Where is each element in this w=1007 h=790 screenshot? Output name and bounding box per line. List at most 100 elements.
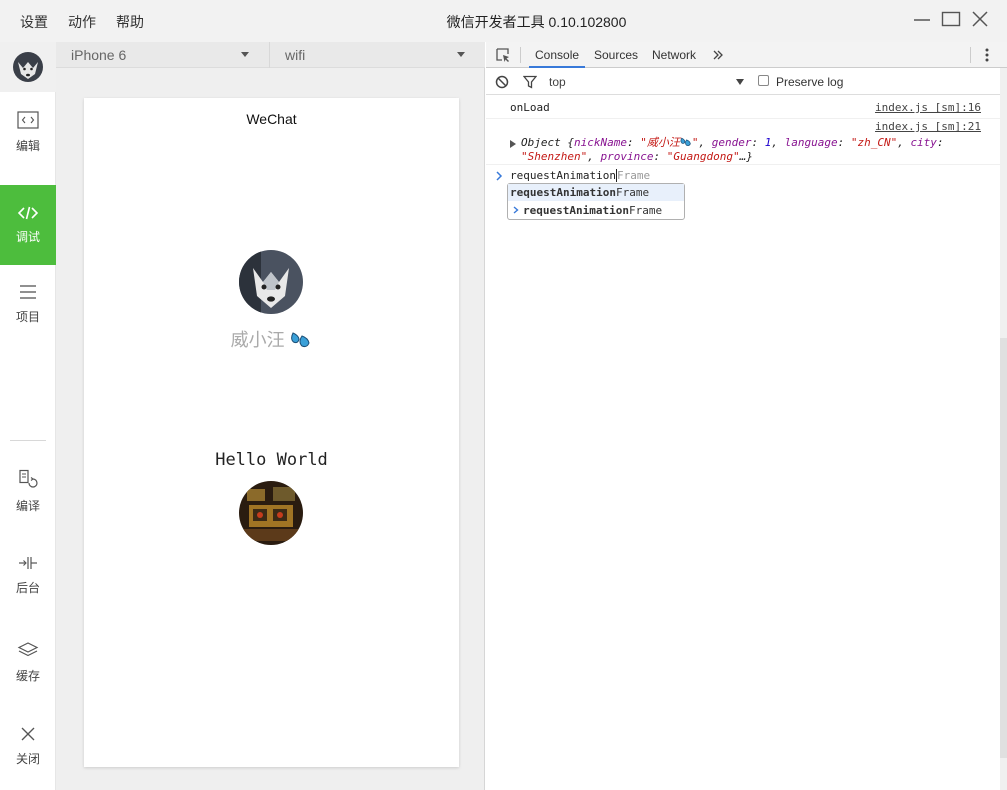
simulator-toolbar: iPhone 6 wifi: [56, 42, 485, 68]
tab-separator: [970, 47, 971, 63]
sidebar-item-edit[interactable]: 编辑: [0, 92, 56, 172]
log-source-link[interactable]: index.js [sm]:16: [875, 101, 981, 114]
autocomplete-item[interactable]: requestAnimationFrame: [508, 184, 684, 201]
object-value: "Shenzhen": [521, 150, 588, 163]
water-droplets-icon: [680, 137, 691, 146]
network-value: wifi: [285, 47, 306, 63]
scrollbar-thumb[interactable]: [1000, 338, 1007, 758]
kebab-menu-icon[interactable]: [982, 47, 992, 63]
devtools-scrollbar[interactable]: [1000, 68, 1007, 790]
sidebar-item-label: 后台: [15, 580, 40, 595]
sidebar-item-background[interactable]: 后台: [0, 535, 56, 615]
tab-console[interactable]: Console: [529, 42, 586, 68]
typed-text: requestAnimation: [510, 169, 616, 182]
object-key: province: [600, 150, 654, 163]
phone-nav-title: WeChat: [246, 111, 297, 127]
tab-separator: [520, 47, 521, 63]
object-key: language: [784, 136, 838, 149]
filter-icon[interactable]: [523, 75, 537, 89]
more-tabs-icon[interactable]: [712, 49, 724, 61]
console-filter-bar: top Preserve log: [486, 68, 1007, 95]
match-text: requestAnimation: [510, 186, 616, 199]
rest-text: Frame: [615, 186, 650, 199]
content-image: [239, 481, 303, 545]
robot-photo-icon: [239, 481, 303, 545]
object-value: "Guangdong": [666, 150, 740, 163]
network-select[interactable]: wifi: [270, 42, 485, 68]
tab-sources[interactable]: Sources: [594, 42, 638, 68]
console-input[interactable]: requestAnimationFrame: [510, 169, 650, 182]
water-droplets-icon: [291, 332, 310, 348]
minimize-icon[interactable]: [913, 10, 931, 28]
window-controls: [913, 10, 989, 28]
autocomplete-hint: Frame: [616, 169, 651, 182]
hello-text: Hello World: [215, 450, 328, 470]
chevron-down-icon: [241, 52, 249, 57]
match-text: requestAnimation: [523, 204, 629, 217]
autocomplete-item[interactable]: requestAnimationFrame: [508, 202, 684, 219]
husky-avatar-icon: [13, 52, 43, 82]
code-box-icon: [17, 110, 39, 129]
maximize-icon[interactable]: [941, 10, 961, 28]
object-value: 1: [764, 136, 772, 149]
preserve-log-label: Preserve log: [776, 75, 844, 89]
husky-avatar-icon: [239, 250, 303, 314]
object-key: gender: [711, 136, 752, 149]
devtools-panel: Console Sources Network top Preserve log…: [486, 42, 1007, 790]
object-preview[interactable]: Object {nickName: "威小汪 ", gender: 1, lang…: [521, 136, 981, 164]
sidebar-item-cache[interactable]: 缓存: [0, 622, 56, 702]
tab-network[interactable]: Network: [652, 42, 696, 68]
close-icon: [21, 727, 35, 740]
sidebar-item-label: 调试: [15, 229, 40, 244]
clear-console-icon[interactable]: [495, 75, 509, 89]
chevron-down-icon[interactable]: [736, 79, 744, 85]
user-avatar-image[interactable]: [239, 250, 303, 314]
inspect-element-icon[interactable]: [495, 47, 511, 63]
object-suffix: …}: [739, 150, 753, 163]
code-brackets-icon: [17, 206, 39, 219]
close-window-icon[interactable]: [971, 10, 989, 28]
user-avatar[interactable]: [0, 42, 56, 92]
simulator-panel: iPhone 6 wifi WeChat 威小汪 Hello World: [56, 42, 485, 790]
chevron-down-icon: [457, 52, 465, 57]
preserve-log-checkbox[interactable]: [758, 75, 769, 86]
rest-text: Frame: [628, 204, 663, 217]
prompt-chevron-icon: [513, 206, 519, 214]
context-select[interactable]: top: [549, 75, 566, 89]
sidebar-item-compile[interactable]: 编译: [0, 451, 56, 531]
console-log-row: onLoad index.js [sm]:16: [486, 101, 1007, 119]
log-text: onLoad: [510, 101, 550, 114]
expand-triangle-icon[interactable]: [510, 140, 516, 148]
devtools-tabbar: Console Sources Network: [486, 42, 1007, 68]
sidebar-item-label: 缓存: [15, 668, 40, 683]
sidebar-item-debug[interactable]: 调试: [0, 185, 56, 265]
device-value: iPhone 6: [71, 47, 127, 63]
sidebar-item-project[interactable]: 项目: [0, 264, 56, 344]
sidebar-item-label: 关闭: [15, 751, 40, 766]
sidebar-divider: [10, 440, 46, 441]
object-prefix: Object {: [521, 136, 574, 149]
user-nickname: 威小汪: [84, 326, 459, 352]
layers-icon: [17, 641, 39, 656]
autocomplete-dropdown: requestAnimationFrame requestAnimationFr…: [507, 183, 685, 220]
sidebar-item-close[interactable]: 关闭: [0, 706, 56, 786]
device-select[interactable]: iPhone 6: [56, 42, 269, 68]
compile-icon: [19, 469, 38, 488]
sidebar-item-label: 编辑: [15, 138, 40, 153]
left-sidebar: 编辑 调试 项目 编译 后台 缓存 关闭: [0, 42, 56, 790]
sidebar-item-label: 编译: [15, 498, 40, 513]
title-bar: 设置 动作 帮助 微信开发者工具 0.10.102800: [0, 0, 1007, 42]
sidebar-item-label: 项目: [15, 309, 40, 324]
nickname-text: 威小汪: [230, 330, 285, 351]
background-icon: [19, 556, 37, 569]
log-source-link[interactable]: index.js [sm]:21: [875, 120, 981, 133]
object-value: "威小汪: [640, 136, 680, 149]
phone-screen: WeChat 威小汪 Hello World: [84, 98, 459, 767]
object-value: "zh_CN": [850, 136, 898, 149]
hamburger-icon: [20, 284, 36, 299]
console-object-row: index.js [sm]:21 Object {nickName: "威小汪 "…: [486, 120, 1007, 165]
window-title: 微信开发者工具 0.10.102800: [446, 14, 627, 30]
object-key: nickName: [573, 136, 627, 149]
prompt-chevron-icon: [496, 171, 503, 181]
object-key: city: [910, 136, 937, 149]
